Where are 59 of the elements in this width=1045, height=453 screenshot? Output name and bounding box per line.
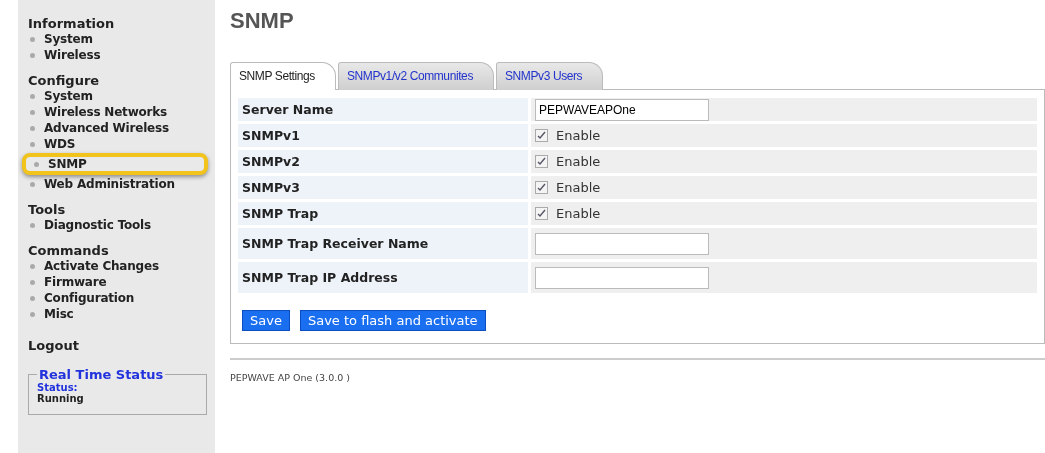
section-title: Information (28, 16, 116, 31)
text-field[interactable]: PEPWAVEAPOne (535, 98, 709, 121)
setting-label: SNMP Trap (238, 202, 528, 225)
bullet-icon (30, 125, 35, 131)
setting-label: SNMP Trap Receiver Name (238, 228, 528, 259)
status-value: Running (37, 393, 85, 404)
nav-link[interactable]: Advanced Wireless (44, 121, 169, 135)
setting-label: SNMPv3 (238, 176, 528, 199)
bullet-icon (30, 52, 35, 58)
option-label: Enable (556, 128, 601, 143)
section-title: Configure (28, 73, 101, 88)
tab[interactable]: SNMPv3 Users (496, 62, 604, 90)
nav-link[interactable]: Activate Changes (44, 259, 159, 273)
bullet-icon (30, 279, 35, 285)
bullet-icon (30, 222, 35, 228)
bullet-icon (30, 311, 35, 317)
page-title: SNMP (230, 8, 295, 34)
bullet-icon (30, 36, 35, 42)
nav-link[interactable]: System (44, 32, 93, 46)
setting-label: SNMPv2 (238, 150, 528, 173)
option-label: Enable (556, 206, 601, 221)
tab[interactable]: SNMPv1/v2 Communites (337, 62, 494, 90)
checkbox[interactable] (535, 207, 548, 220)
section-title: Tools (28, 202, 67, 217)
bullet-icon (30, 263, 35, 269)
nav-link[interactable]: Diagnostic Tools (44, 218, 151, 232)
checkbox[interactable] (535, 181, 548, 194)
nav-link[interactable]: Configuration (44, 291, 135, 305)
bullet-icon (30, 295, 35, 301)
nav-link[interactable]: Firmware (44, 275, 107, 289)
option-label: Enable (556, 154, 601, 169)
nav-link[interactable]: Misc (44, 307, 74, 321)
setting-label: SNMP Trap IP Address (238, 262, 528, 293)
nav-link[interactable]: Web Administration (44, 177, 175, 191)
nav-link[interactable]: Wireless (44, 48, 101, 62)
save-button[interactable]: Save (242, 310, 290, 331)
nav-link[interactable]: Wireless Networks (44, 105, 167, 119)
setting-label: SNMPv1 (238, 124, 528, 147)
status-box-title: Real Time Status (38, 367, 165, 382)
checkbox[interactable] (535, 129, 548, 142)
logout-link[interactable]: Logout (28, 338, 215, 353)
bullet-icon (34, 161, 39, 167)
bullet-icon (30, 141, 35, 147)
save-button[interactable]: Save to flash and activate (299, 310, 486, 331)
bullet-icon (30, 93, 35, 99)
nav-link[interactable]: WDS (44, 137, 76, 151)
nav-link[interactable]: System (44, 89, 93, 103)
nav-link[interactable]: SNMP (48, 157, 87, 171)
status-label: Status: (37, 382, 79, 393)
text-field[interactable] (535, 266, 709, 289)
option-label: Enable (556, 180, 601, 195)
section-title: Commands (28, 243, 110, 258)
checkbox[interactable] (535, 155, 548, 168)
bullet-icon (30, 109, 35, 115)
tab[interactable]: SNMP Settings (230, 62, 336, 90)
setting-label: Server Name (238, 98, 528, 121)
version-text: PEPWAVE AP One (3.0.0 ) (230, 372, 351, 383)
bullet-icon (30, 181, 35, 187)
text-field[interactable] (535, 232, 709, 255)
